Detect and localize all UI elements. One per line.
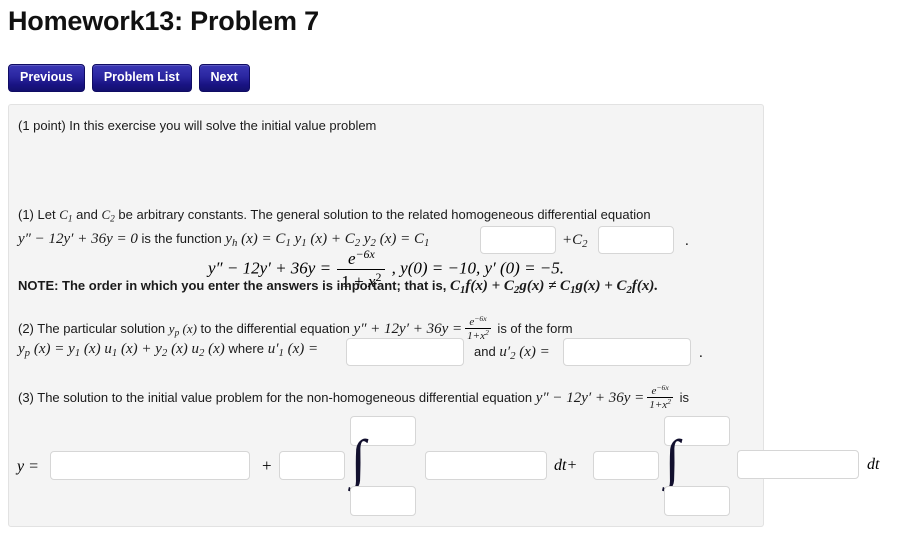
part1-line1-and: and <box>72 207 102 222</box>
part2-line2: yp (x) = y1 (x) u1 (x) + y2 (x) u2 (x) w… <box>18 341 319 360</box>
next-button[interactable]: Next <box>198 64 250 92</box>
answer-y-label: y = <box>17 458 39 475</box>
integral-1-lower-limit-input[interactable] <box>350 486 416 516</box>
part1-answer-input-1[interactable] <box>480 226 556 254</box>
part2-fraction-denominator: 1+x2 <box>467 328 489 342</box>
part1-line1-suffix: be arbitrary constants. The general solu… <box>114 207 651 222</box>
part2-line1-suffix: is of the form <box>493 321 573 337</box>
problem-list-button[interactable]: Problem List <box>91 64 192 92</box>
part3-line1-suffix: is <box>675 390 689 406</box>
integral-2-integrand-input[interactable] <box>737 450 859 479</box>
page-title: Homework13: Problem 7 <box>8 6 319 36</box>
part1-line1-prefix: (1) Let <box>18 207 60 222</box>
problem-panel: (1 point) In this exercise you will solv… <box>8 104 764 527</box>
part2-line2-mid: and u′2 (x) = <box>474 344 550 363</box>
particular-solution-label: yp (x) <box>168 321 197 339</box>
answer-dt-label: dt <box>867 456 880 473</box>
answer-coefficient-input-2[interactable] <box>593 451 659 480</box>
integral-2-sign-icon: ∫ <box>665 429 680 489</box>
note-line: NOTE: The order in which you enter the a… <box>18 278 658 296</box>
homogeneous-equation: y″ − 12y′ + 36y = 0 <box>18 231 138 247</box>
navigation-bar: Previous Problem List Next <box>8 64 250 92</box>
part2-fraction-numerator: e−6x <box>465 314 491 330</box>
previous-button[interactable]: Previous <box>8 64 85 92</box>
main-equation-initial-conditions: , y(0) = −10, y′ (0) = −5. <box>391 258 565 278</box>
part2-inline-fraction: e−6x 1+x2 <box>465 314 491 342</box>
part2-line1-prefix: (2) The particular solution <box>18 321 169 337</box>
constant-c1-label: C1 <box>59 207 73 225</box>
note-expression: C1f(x) + C2g(x) ≠ C1g(x) + C2f(x). <box>449 278 659 297</box>
part2-equation: y″ + 12y′ + 36y = <box>353 321 463 338</box>
constant-c2-label: C2 <box>101 207 115 225</box>
answer-dt-plus-label: dt+ <box>554 457 578 474</box>
part1-answer-input-2[interactable] <box>598 226 674 254</box>
part2-period: . <box>699 345 703 361</box>
part2-answer-input-2[interactable] <box>563 338 691 366</box>
answer-plus-label: + <box>262 456 272 475</box>
note-prefix: NOTE: The order in which you enter the a… <box>18 278 450 293</box>
main-equation-lhs: y″ − 12y′ + 36y = <box>207 258 332 278</box>
part1-c2-label: +C2 <box>562 232 588 251</box>
part3-fraction-denominator: 1+x2 <box>649 397 671 411</box>
part2-line1: (2) The particular solution yp (x) to th… <box>18 314 573 343</box>
part2-answer-input-1[interactable] <box>346 338 464 366</box>
part1-is-the-function: is the function <box>137 231 226 246</box>
fraction-numerator: e−6x <box>337 248 386 271</box>
part3-line1: (3) The solution to the initial value pr… <box>18 383 689 412</box>
part3-line1-prefix: (3) The solution to the initial value pr… <box>18 390 536 406</box>
part1-period: . <box>685 233 689 249</box>
part3-inline-fraction: e−6x 1+x2 <box>647 383 673 411</box>
part1-line1: (1) Let C1 and C2 be arbitrary constants… <box>18 207 651 225</box>
part3-equation: y″ − 12y′ + 36y = <box>535 390 645 407</box>
points-line: (1 point) In this exercise you will solv… <box>18 118 377 133</box>
answer-main-input[interactable] <box>50 451 250 480</box>
integral-1-sign-icon: ∫ <box>351 429 366 489</box>
part1-line2: y″ − 12y′ + 36y = 0 is the function yh (… <box>18 230 429 249</box>
general-solution-expression: yh (x) = C1 y1 (x) + C2 y2 (x) = C1 <box>225 231 430 250</box>
integral-1-integrand-input[interactable] <box>425 451 547 480</box>
part2-line1-mid: to the differential equation <box>196 321 354 337</box>
integral-2-lower-limit-input[interactable] <box>664 486 730 516</box>
answer-coefficient-input-1[interactable] <box>279 451 345 480</box>
part3-fraction-numerator: e−6x <box>647 383 673 399</box>
